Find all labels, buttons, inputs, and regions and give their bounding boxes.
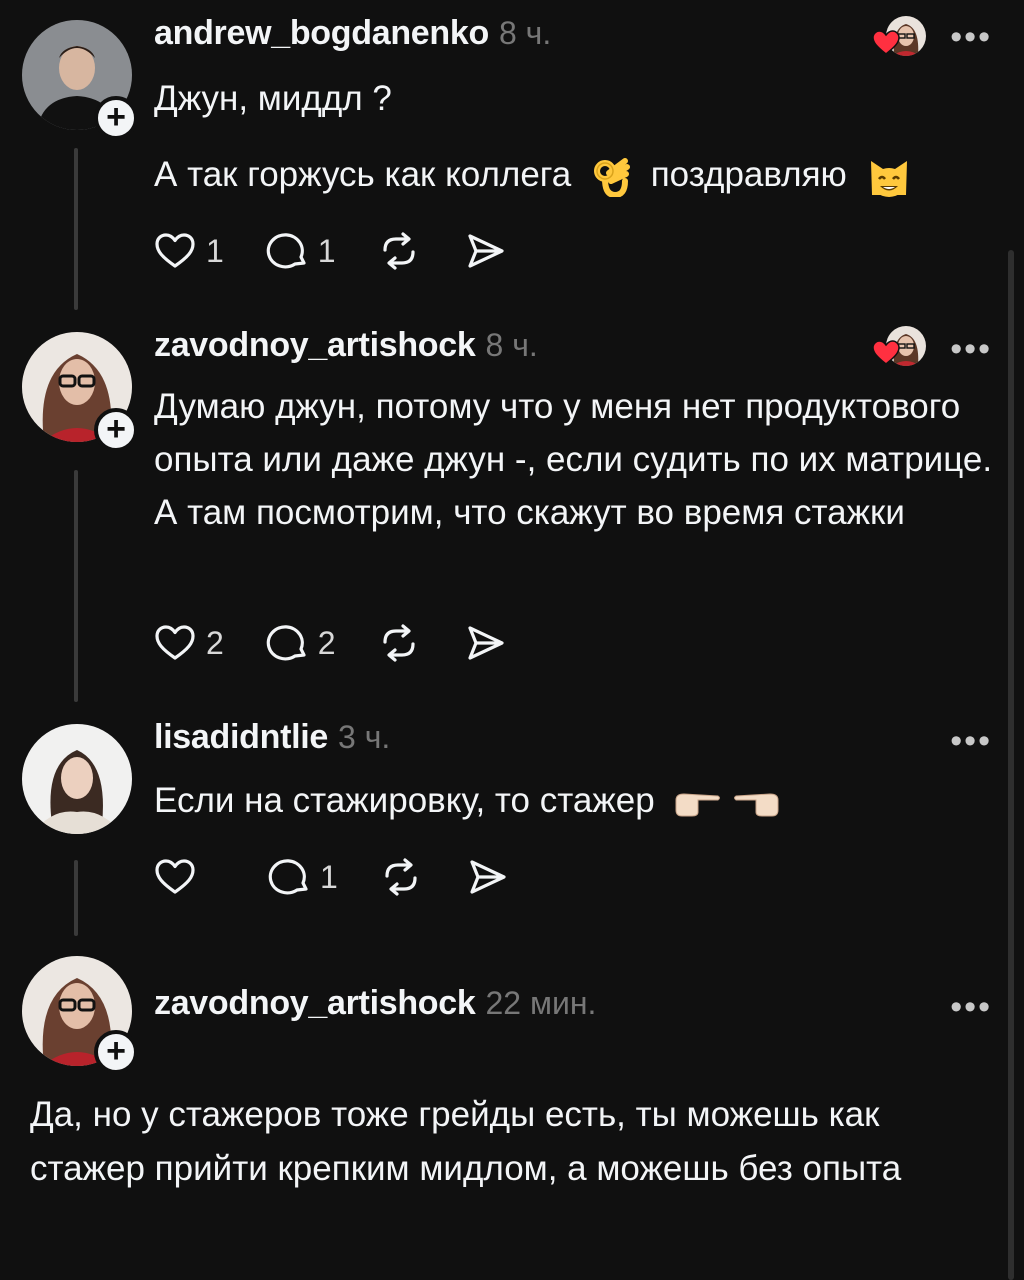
post-text-line-1: Джун, миддл ? <box>154 79 392 118</box>
smiling-cat-emoji-icon <box>870 160 907 197</box>
heart-filled-icon <box>872 340 900 365</box>
post-text-segment: поздравляю <box>650 155 847 194</box>
post-actions: 1 1 <box>152 228 548 274</box>
like-button[interactable]: 2 <box>152 620 224 666</box>
send-icon <box>467 626 504 660</box>
scrollbar[interactable] <box>1008 250 1014 1280</box>
more-options-button[interactable]: ••• <box>950 18 992 57</box>
post-text-segment: Если на стажировку, то стажер <box>154 781 655 820</box>
reply-button[interactable]: 2 <box>264 620 336 666</box>
username[interactable]: lisadidntlie <box>154 718 328 757</box>
repost-button[interactable] <box>376 620 422 666</box>
post-text-segment: А так горжусь как коллега <box>154 155 572 194</box>
post-actions: 2 2 <box>152 620 548 666</box>
timestamp: 3 ч. <box>338 719 391 755</box>
reply-count: 1 <box>320 858 338 895</box>
more-options-button[interactable]: ••• <box>950 722 992 761</box>
repost-button[interactable] <box>378 854 424 900</box>
more-options-button[interactable]: ••• <box>950 988 992 1027</box>
comment-icon <box>266 233 306 269</box>
pointing-left-emoji-icon <box>734 793 779 817</box>
avatar-image <box>22 724 132 834</box>
reply-count: 2 <box>317 624 336 661</box>
avatar[interactable] <box>22 724 132 834</box>
reply-button[interactable]: 1 <box>266 854 338 900</box>
username[interactable]: zavodnoy_artishock <box>154 326 476 365</box>
like-count: 2 <box>206 624 224 661</box>
post-header: lisadidntlie 3 ч. <box>154 718 390 757</box>
repost-button[interactable] <box>376 228 422 274</box>
heart-icon <box>155 233 195 268</box>
heart-icon <box>155 625 195 660</box>
post-header: zavodnoy_artishock 8 ч. <box>154 326 538 365</box>
post-text: Да, но у стажеров тоже грейды есть, ты м… <box>30 1095 902 1188</box>
post-header: andrew_bogdanenko 8 ч. <box>154 14 551 53</box>
reply-button[interactable]: 1 <box>264 228 336 274</box>
comment-icon <box>266 625 306 661</box>
username[interactable]: andrew_bogdanenko <box>154 14 489 53</box>
like-count: 1 <box>206 232 224 269</box>
follow-button[interactable]: + <box>94 96 138 140</box>
timestamp: 8 ч. <box>498 15 552 51</box>
repost-icon <box>382 232 415 270</box>
author-liked-badge <box>872 16 928 58</box>
timestamp: 22 мин. <box>485 985 597 1021</box>
send-icon <box>470 860 506 894</box>
pointing-right-emoji-icon <box>675 793 721 817</box>
post-header: zavodnoy_artishock 22 мин. <box>154 984 596 1023</box>
share-button[interactable] <box>462 620 508 666</box>
username[interactable]: zavodnoy_artishock <box>154 984 476 1023</box>
timestamp: 8 ч. <box>485 327 538 363</box>
follow-button[interactable]: + <box>94 1030 138 1074</box>
send-icon <box>467 234 504 268</box>
heart-icon <box>155 859 195 894</box>
post-text-line: Если на стажировку, то стажер <box>154 774 994 827</box>
share-button[interactable] <box>462 228 508 274</box>
more-options-button[interactable]: ••• <box>950 330 992 369</box>
heart-filled-icon <box>872 30 900 55</box>
thread-line <box>74 860 78 936</box>
like-button[interactable] <box>152 854 206 900</box>
repost-icon <box>382 624 415 662</box>
like-button[interactable]: 1 <box>152 228 224 274</box>
post-text: Думаю джун, потому что у меня нет продук… <box>154 387 993 532</box>
reply-count: 1 <box>317 232 336 269</box>
post-text-line-2: А так горжусь как коллега поздравляю <box>154 148 994 201</box>
thread-line <box>74 148 78 310</box>
follow-button[interactable]: + <box>94 408 138 452</box>
share-button[interactable] <box>464 854 510 900</box>
thread-line <box>74 470 78 702</box>
author-liked-badge <box>872 326 928 368</box>
comment-icon <box>268 859 308 895</box>
ok-hand-emoji-icon <box>594 157 630 197</box>
post-actions: 1 <box>152 854 550 900</box>
repost-icon <box>385 858 417 896</box>
